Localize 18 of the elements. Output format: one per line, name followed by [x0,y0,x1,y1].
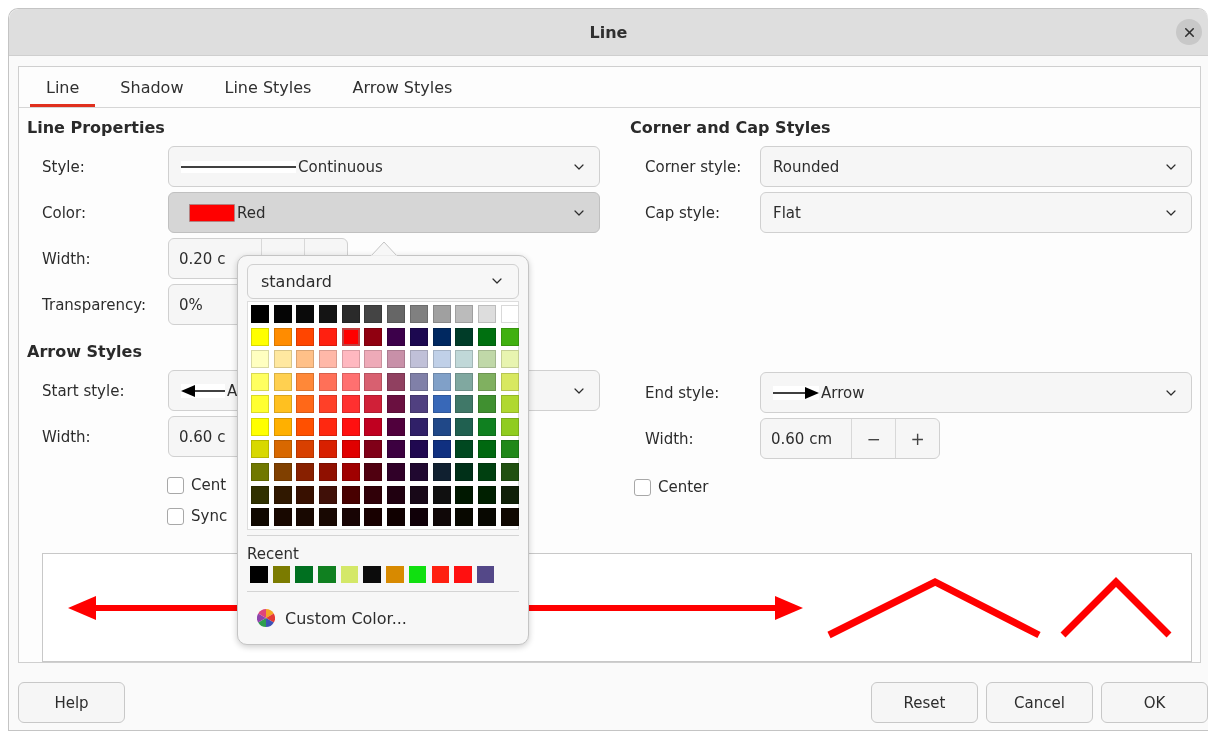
field-label: End style: [645,383,720,402]
field-label: Start style: [42,381,125,400]
section-heading: Corner and Cap Styles [630,116,831,139]
field-label: Width: [42,249,91,268]
window-title: Line [589,22,628,42]
field-label: Color: [42,203,86,222]
recent-label: Recent [247,545,299,564]
field-label: Corner style: [645,157,742,176]
checkbox-label: Sync [191,507,228,525]
section-heading: Arrow Styles [27,340,142,363]
field-label: Style: [42,157,85,176]
checkbox-label: Cent [191,476,227,494]
field-label: Cap style: [645,203,720,222]
field-label: Width: [645,429,694,448]
field-label: Transparency: [42,295,146,314]
checkbox-label: Center [658,478,709,496]
field-label: Width: [42,427,91,446]
section-heading: Line Properties [27,116,165,139]
